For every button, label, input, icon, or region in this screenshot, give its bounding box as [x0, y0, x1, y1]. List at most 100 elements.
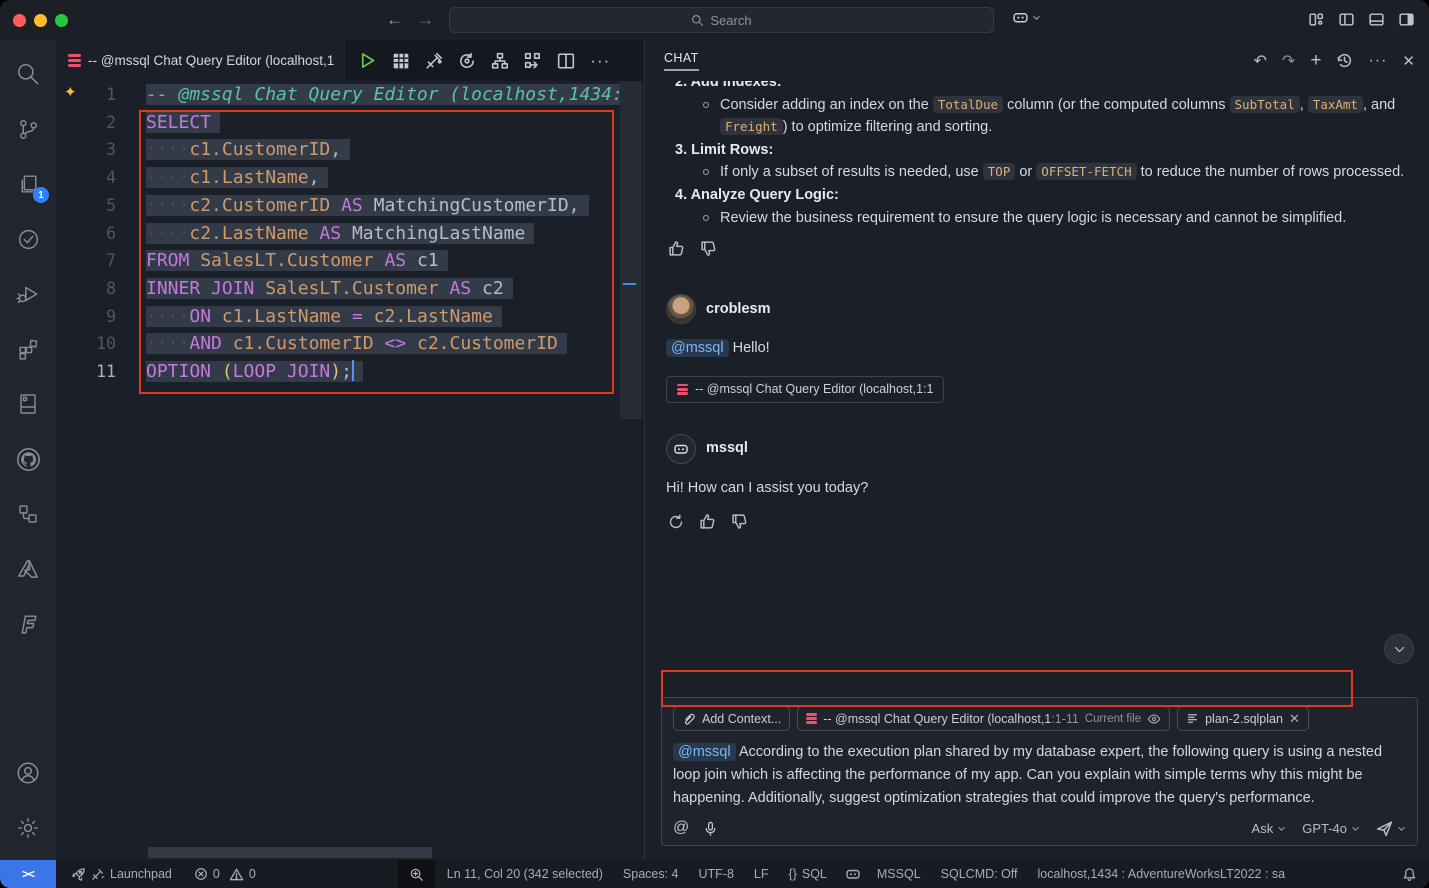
- redo-icon[interactable]: ↷: [1282, 51, 1295, 71]
- chat-tab[interactable]: CHAT: [664, 51, 699, 71]
- bot-name: mssql: [706, 437, 748, 460]
- code-line[interactable]: 1-- @mssql Chat Query Editor (localhost,…: [56, 81, 620, 109]
- connect-plug-icon[interactable]: [425, 52, 443, 70]
- azure-icon[interactable]: [4, 545, 52, 593]
- code-line[interactable]: 5····c2.CustomerID AS MatchingCustomerID…: [56, 192, 620, 220]
- mode-dropdown[interactable]: Ask: [1252, 821, 1287, 836]
- code-line[interactable]: 9····ON c1.LastName = c2.LastName: [56, 303, 620, 331]
- eye-icon[interactable]: [1147, 712, 1161, 726]
- model-dropdown[interactable]: GPT-4o: [1302, 821, 1360, 836]
- language-item[interactable]: {}SQL: [789, 867, 827, 881]
- thumbs-up-icon[interactable]: [699, 513, 716, 530]
- extensions-icon[interactable]: [4, 325, 52, 373]
- change-connection-icon[interactable]: [458, 52, 476, 70]
- current-file-chip[interactable]: -- @mssql Chat Query Editor (localhost,1…: [797, 706, 1170, 731]
- toggle-secondary-sidebar-icon[interactable]: [1398, 11, 1415, 28]
- minimize-window-button[interactable]: [34, 14, 47, 27]
- back-icon[interactable]: ←: [386, 10, 403, 30]
- testing-icon[interactable]: [4, 215, 52, 263]
- source-control-icon[interactable]: [4, 105, 52, 153]
- chat-more-icon[interactable]: ···: [1368, 52, 1387, 70]
- remove-chip-icon[interactable]: ✕: [1289, 711, 1300, 727]
- launchpad-item[interactable]: Launchpad: [71, 867, 172, 882]
- zoom-window-button[interactable]: [55, 14, 68, 27]
- status-bar: >< Launchpad 0 0 Ln 11, Col 20 (342 sele…: [0, 860, 1429, 888]
- code-line[interactable]: 7FROM SalesLT.Customer AS c1: [56, 247, 620, 275]
- horizontal-scrollbar[interactable]: [148, 847, 432, 858]
- new-chat-icon[interactable]: +: [1310, 54, 1321, 68]
- mention-chip[interactable]: @mssql: [666, 339, 729, 357]
- forward-icon[interactable]: →: [417, 10, 434, 30]
- chat-input-text[interactable]: @mssql According to the execution plan s…: [673, 741, 1406, 810]
- code-line[interactable]: 2SELECT: [56, 109, 620, 137]
- bot-message-header: mssql: [666, 434, 1408, 464]
- toggle-panel-icon[interactable]: [1368, 11, 1385, 28]
- chat-panel: CHAT ↶ ↷ + ··· ✕ 2. Add Indexes:Consider…: [644, 40, 1429, 860]
- editor-tab-bar: -- @mssql Chat Query Editor (localhost,1…: [56, 40, 644, 81]
- warning-icon: [229, 867, 244, 882]
- send-button[interactable]: [1376, 820, 1406, 837]
- retry-icon[interactable]: [668, 514, 684, 530]
- code-line[interactable]: 4····c1.LastName,: [56, 164, 620, 192]
- notifications-bell-icon[interactable]: [1402, 867, 1417, 882]
- run-debug-icon[interactable]: [4, 270, 52, 318]
- code-line[interactable]: 8INNER JOIN SalesLT.Customer AS c2: [56, 275, 620, 303]
- thumbs-up-icon[interactable]: [668, 240, 685, 257]
- settings-gear-icon[interactable]: [4, 804, 52, 852]
- scroll-to-bottom-button[interactable]: [1384, 634, 1414, 664]
- thumbs-down-icon[interactable]: [731, 513, 748, 530]
- sqlcmd-item[interactable]: SQLCMD: Off: [941, 867, 1018, 881]
- code-line[interactable]: 3····c1.CustomerID,: [56, 136, 620, 164]
- minimap[interactable]: [620, 81, 644, 860]
- editor-body[interactable]: ✦ 1-- @mssql Chat Query Editor (localhos…: [56, 81, 644, 860]
- encoding-item[interactable]: UTF-8: [699, 867, 734, 881]
- cursor-position-item[interactable]: Ln 11, Col 20 (342 selected): [447, 867, 603, 881]
- results-grid-icon[interactable]: [392, 52, 410, 70]
- chat-close-icon[interactable]: ✕: [1402, 52, 1415, 70]
- message-attachment-chip[interactable]: -- @mssql Chat Query Editor (localhost,1…: [666, 376, 944, 403]
- microphone-icon[interactable]: [703, 821, 718, 836]
- add-context-button[interactable]: Add Context...: [673, 706, 790, 731]
- database-projects-icon[interactable]: [4, 380, 52, 428]
- accounts-icon[interactable]: [4, 749, 52, 797]
- indentation-item[interactable]: Spaces: 4: [623, 867, 679, 881]
- mention-context-icon[interactable]: @: [673, 819, 689, 837]
- mssql-item[interactable]: MSSQL: [877, 867, 921, 881]
- sql-connections-icon[interactable]: [4, 490, 52, 538]
- command-center-search[interactable]: Search: [449, 7, 994, 33]
- remote-indicator[interactable]: ><: [0, 860, 56, 888]
- copilot-status-item[interactable]: [845, 866, 861, 882]
- explorer-icon[interactable]: 1: [4, 160, 52, 208]
- eol-item[interactable]: LF: [754, 867, 769, 881]
- response-bullet: If only a subset of results is needed, u…: [666, 161, 1408, 184]
- plan-file-chip[interactable]: plan-2.sqlplan ✕: [1177, 706, 1309, 731]
- run-query-icon[interactable]: [358, 51, 377, 70]
- code-line[interactable]: 11OPTION (LOOP JOIN);: [56, 358, 620, 386]
- github-icon[interactable]: [4, 435, 52, 483]
- zoom-indicator[interactable]: [398, 860, 435, 888]
- history-icon[interactable]: [1336, 52, 1353, 69]
- send-plane-icon: [1376, 820, 1393, 837]
- copilot-menu[interactable]: [1012, 9, 1041, 26]
- search-icon[interactable]: [4, 50, 52, 98]
- chevron-down-icon: [1032, 13, 1041, 22]
- titlebar: ← → Search: [0, 0, 1429, 40]
- code-line[interactable]: 6····c2.LastName AS MatchingLastName: [56, 220, 620, 248]
- chat-input-box[interactable]: Add Context... -- @mssql Chat Query Edit…: [661, 697, 1418, 846]
- fabric-icon[interactable]: [4, 600, 52, 648]
- estimated-plan-icon[interactable]: [491, 52, 509, 70]
- thumbs-down-icon[interactable]: [700, 240, 717, 257]
- search-icon: [691, 14, 704, 27]
- customize-layout-icon[interactable]: [1308, 11, 1325, 28]
- code-line[interactable]: 10····AND c1.CustomerID <> c2.CustomerID: [56, 330, 620, 358]
- toggle-primary-sidebar-icon[interactable]: [1338, 11, 1355, 28]
- editor-tab-title: -- @mssql Chat Query Editor (localhost,1: [88, 53, 334, 68]
- editor-tab[interactable]: -- @mssql Chat Query Editor (localhost,1: [56, 40, 346, 81]
- actual-plan-icon[interactable]: [524, 52, 542, 70]
- split-editor-icon[interactable]: [557, 52, 575, 70]
- problems-item[interactable]: 0 0: [194, 867, 256, 882]
- connection-item[interactable]: localhost,1434 : AdventureWorksLT2022 : …: [1038, 867, 1286, 881]
- editor-more-actions-icon[interactable]: ···: [590, 51, 610, 71]
- close-window-button[interactable]: [13, 14, 26, 27]
- undo-icon[interactable]: ↶: [1254, 51, 1267, 71]
